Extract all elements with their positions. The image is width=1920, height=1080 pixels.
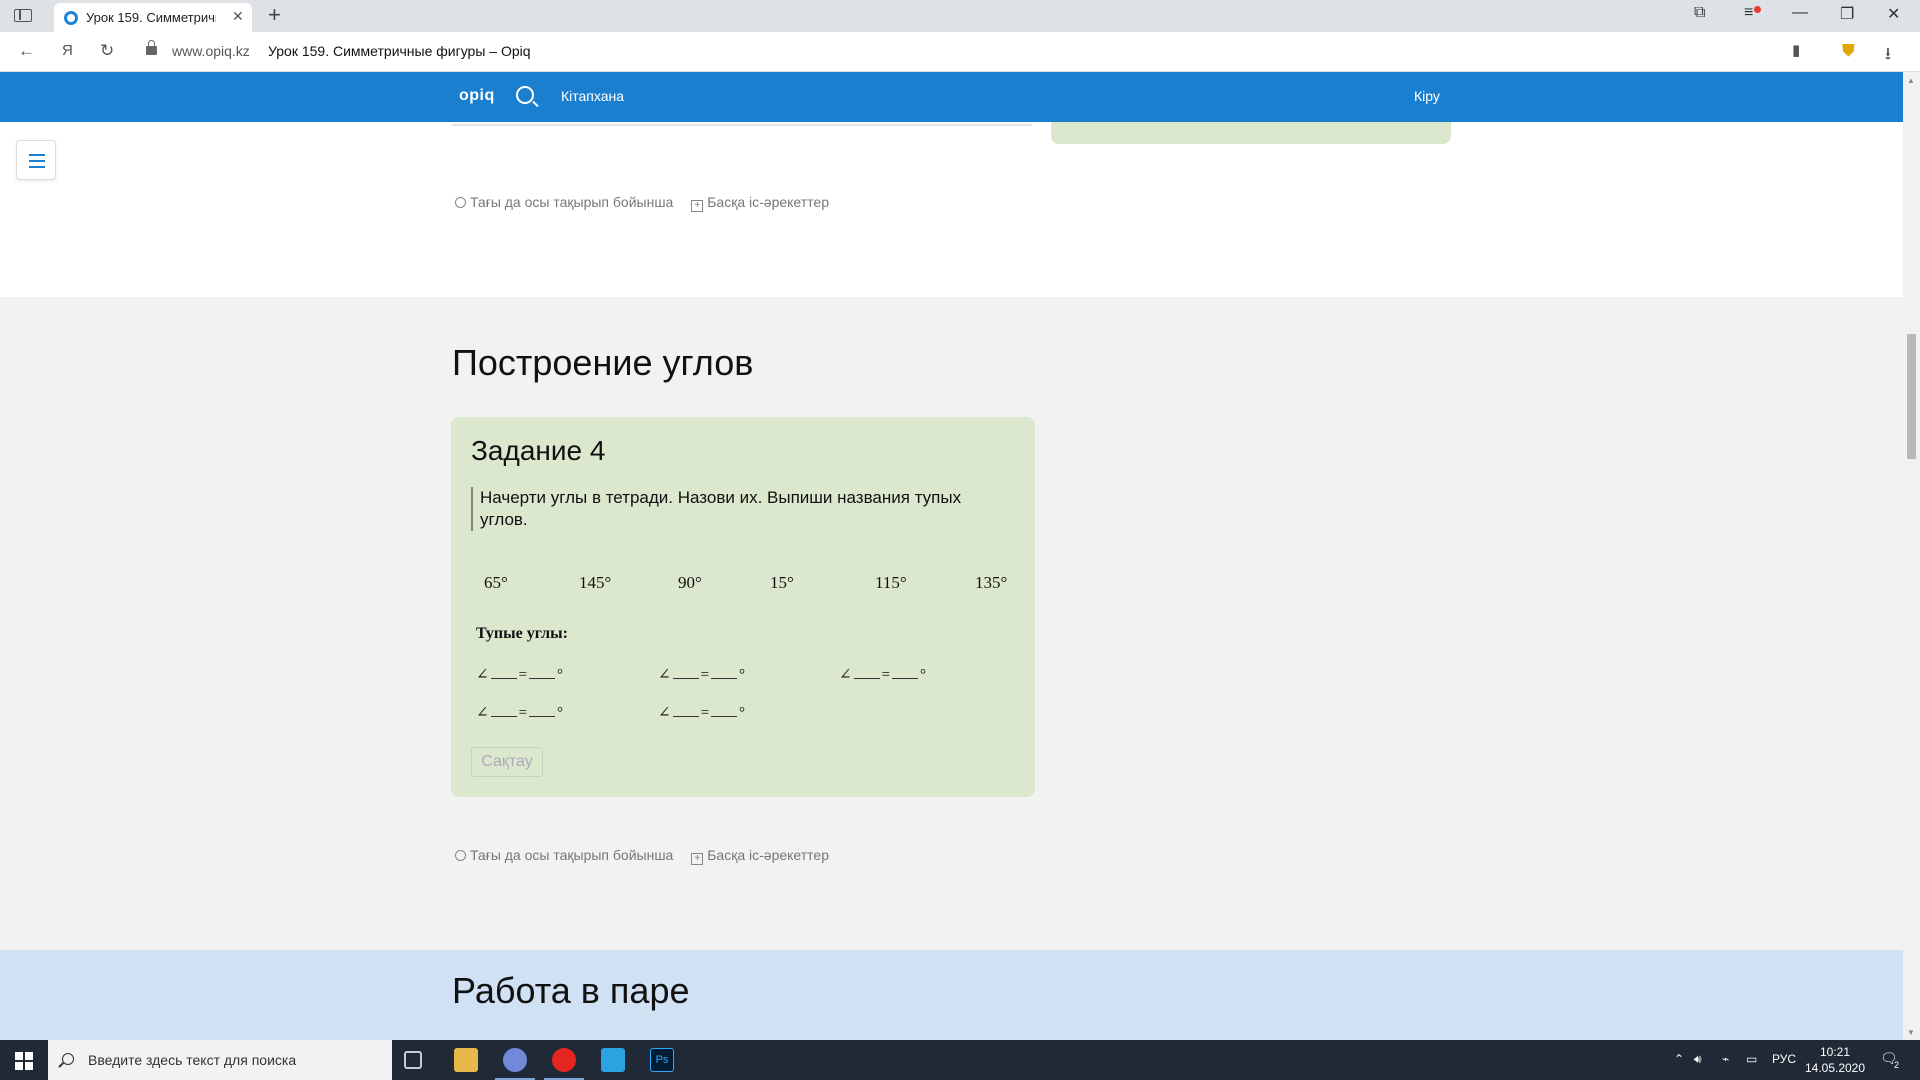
section-actions: Тағы да осы тақырып бойынша + Басқа іс-әр… — [455, 194, 829, 212]
save-button[interactable]: Сақтау — [471, 747, 543, 777]
show-hidden-icons-icon[interactable]: ⌃ — [1674, 1052, 1684, 1066]
zoom-in-icon — [455, 197, 466, 208]
back-icon[interactable]: ← — [18, 41, 35, 61]
angle-blank[interactable]: ∠ = ° — [476, 665, 563, 684]
angle-blank[interactable]: ∠ = ° — [839, 665, 926, 684]
angle-value: 65° — [484, 573, 508, 592]
browser-tabbar: Урок 159. Симметричн ✕ + ⧉ ≡ — ❐ ✕ — [0, 0, 1920, 32]
app-shield-icon[interactable] — [601, 1048, 625, 1072]
obtuse-angles-label: Тупые углы: — [476, 625, 568, 642]
page-content: Тағы да осы тақырып бойынша + Басқа іс-әр… — [0, 122, 1903, 1040]
task-view-icon[interactable] — [404, 1051, 422, 1069]
scroll-up-icon[interactable]: ▲ — [1907, 76, 1915, 85]
windows-taskbar: Введите здесь текст для поиска Ps ⌃ 🔊︎ ⌁… — [0, 1040, 1920, 1080]
other-actions-link[interactable]: + Басқа іс-әрекеттер — [677, 194, 829, 212]
battery-icon[interactable]: ▭ — [1746, 1052, 1757, 1066]
scroll-down-icon[interactable]: ▼ — [1907, 1028, 1915, 1037]
discord-icon[interactable] — [503, 1048, 527, 1072]
previous-card-edge — [452, 122, 1032, 126]
angle-blank[interactable]: ∠ = ° — [658, 665, 745, 684]
site-navbar: opiq Кітапхана Кіру — [0, 72, 1903, 122]
zoom-in-icon — [455, 850, 466, 861]
window-close-icon[interactable]: ✕ — [1887, 4, 1900, 24]
search-icon[interactable] — [516, 86, 534, 104]
file-explorer-icon[interactable] — [454, 1048, 478, 1072]
section-actions: Тағы да осы тақырып бойынша + Басқа іс-әр… — [455, 847, 829, 865]
other-actions-link[interactable]: + Басқа іс-әрекеттер — [677, 847, 829, 865]
network-icon[interactable]: ⌁ — [1722, 1052, 1729, 1066]
task-card: Задание 4 Начерти углы в тетради. Назови… — [451, 417, 1035, 797]
download-icon[interactable]: ⭳ — [1885, 41, 1891, 70]
protect-shield-icon[interactable]: ⛊ — [1842, 41, 1855, 61]
minimize-icon[interactable]: — — [1792, 4, 1808, 22]
menu-icon[interactable]: ≡ — [1744, 4, 1753, 22]
clock[interactable]: 10:21 14.05.2020 — [1800, 1044, 1870, 1076]
collections-icon[interactable]: ⧉ — [1694, 4, 1705, 22]
task-instructions: Начерти углы в тетради. Назови их. Выпиш… — [471, 487, 1011, 531]
tab-title: Урок 159. Симметричн — [86, 10, 216, 25]
angle-value: 15° — [770, 573, 794, 592]
more-on-topic-link[interactable]: Тағы да осы тақырып бойынша — [455, 194, 673, 210]
browser-tab-active[interactable]: Урок 159. Симметричн ✕ — [54, 3, 252, 32]
opiq-logo[interactable]: opiq — [459, 87, 495, 105]
reload-icon[interactable]: ↻ — [100, 41, 114, 61]
nav-library-link[interactable]: Кітапхана — [561, 88, 624, 104]
yandex-icon[interactable]: Я — [62, 42, 73, 59]
notifications-count: 2 — [1894, 1060, 1900, 1070]
windows-start-icon[interactable] — [0, 1040, 48, 1080]
lock-icon[interactable] — [146, 40, 157, 55]
previous-task-card-edge — [1051, 122, 1451, 144]
address-bar: ← Я ↻ www.opiq.kz Урок 159. Симметричные… — [0, 32, 1920, 72]
photoshop-icon[interactable]: Ps — [650, 1048, 674, 1072]
yandex-browser-icon[interactable] — [552, 1048, 576, 1072]
section-title: Построение углов — [452, 342, 754, 383]
url-title[interactable]: Урок 159. Симметричные фигуры – Opiq — [268, 43, 531, 59]
taskbar-search-placeholder: Введите здесь текст для поиска — [88, 1052, 297, 1068]
url-domain[interactable]: www.opiq.kz — [172, 43, 250, 59]
pair-work-section: Работа в паре — [0, 950, 1903, 1040]
tabs-panel-icon[interactable] — [14, 9, 32, 22]
page-scrollbar[interactable]: ▲ ▼ — [1903, 72, 1920, 1040]
notification-dot-icon — [1754, 6, 1761, 13]
previous-section: Тағы да осы тақырып бойынша + Басқа іс-әр… — [0, 122, 1903, 297]
search-icon — [62, 1053, 74, 1065]
volume-icon[interactable]: 🔊︎ — [1694, 1052, 1702, 1067]
table-of-contents-button[interactable] — [16, 140, 56, 180]
angle-blank[interactable]: ∠ = ° — [476, 703, 563, 722]
new-tab-icon[interactable]: + — [268, 2, 281, 28]
taskbar-search-input[interactable]: Введите здесь текст для поиска — [48, 1040, 392, 1080]
angle-value: 145° — [579, 573, 612, 592]
restore-icon[interactable]: ❐ — [1840, 4, 1854, 24]
login-link[interactable]: Кіру — [1414, 88, 1440, 104]
more-on-topic-link[interactable]: Тағы да осы тақырып бойынша — [455, 847, 673, 863]
plus-box-icon: + — [691, 853, 704, 865]
clock-date: 14.05.2020 — [1804, 1061, 1866, 1075]
angle-value: 90° — [678, 573, 702, 592]
bookmark-icon[interactable]: ▮ — [1792, 41, 1800, 59]
tab-close-icon[interactable]: ✕ — [232, 8, 244, 25]
scroll-thumb[interactable] — [1907, 334, 1916, 459]
angle-blank[interactable]: ∠ = ° — [658, 703, 745, 722]
plus-box-icon: + — [691, 200, 704, 212]
task-title: Задание 4 — [471, 435, 606, 466]
input-language[interactable]: РУС — [1772, 1052, 1796, 1066]
angle-value: 135° — [975, 573, 1008, 592]
angle-value: 115° — [875, 573, 907, 592]
next-section-title: Работа в паре — [452, 970, 690, 1011]
opiq-favicon-icon — [64, 11, 78, 25]
clock-time: 10:21 — [1819, 1045, 1851, 1059]
